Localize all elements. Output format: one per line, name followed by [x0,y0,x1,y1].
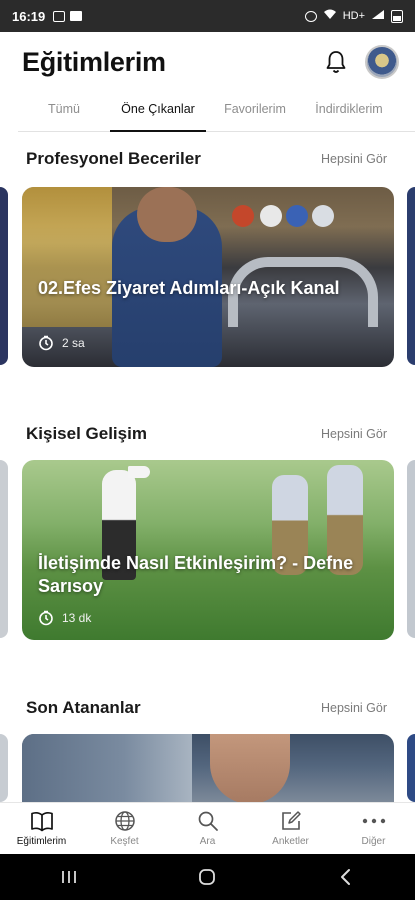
gallery-notification-icon [53,10,66,22]
network-label: HD+ [342,10,365,22]
system-navigation-bar [0,854,415,900]
section-professional-skills: Profesyonel Beceriler Hepsini Gör 02.Efe… [0,147,415,369]
search-icon [195,809,221,833]
next-card-peek[interactable] [407,460,415,638]
prev-card-peek[interactable] [0,187,8,365]
see-all-link[interactable]: Hepsini Gör [321,427,387,441]
nav-label: Eğitimlerim [16,836,67,847]
nav-item-explore[interactable]: Keşfet [83,803,166,854]
nav-label: Ara [199,836,216,847]
section-personal-development: Kişisel Gelişim Hepsini Gör İletişimde N… [0,422,415,644]
more-icon [361,809,387,833]
section-title: Kişisel Gelişim [26,424,147,443]
section-recently-assigned: Son Atananlar Hepsini Gör [0,696,415,814]
nav-item-surveys[interactable]: Anketler [249,803,332,854]
alarm-icon [304,10,317,22]
tab-bar: Tümü Öne Çıkanlar Favorilerim İndirdikle… [18,96,415,132]
see-all-link[interactable]: Hepsini Gör [321,152,387,166]
battery-icon [391,9,403,23]
course-duration: 2 sa [62,336,85,350]
edit-icon [278,809,304,833]
avatar[interactable] [365,45,399,79]
nav-item-search[interactable]: Ara [166,803,249,854]
course-card[interactable]: İletişimde Nasıl Etkinleşirim? - Defne S… [22,460,394,640]
tab-favorites[interactable]: Favorilerim [206,96,304,131]
nav-label: Keşfet [110,836,139,847]
tab-all[interactable]: Tümü [18,96,110,131]
signal-icon [371,9,385,23]
app-header: Eğitimlerim [22,40,399,84]
tab-downloads[interactable]: İndirdiklerim [304,96,394,131]
book-icon [29,809,55,833]
nav-label: Anketler [272,836,309,847]
section-title: Son Atananlar [26,698,141,717]
folder-notification-icon [70,11,83,21]
globe-icon [112,809,138,833]
wifi-icon [323,9,337,23]
section-title: Profesyonel Beceriler [26,149,201,168]
nav-label: Diğer [361,836,386,847]
course-card[interactable]: 02.Efes Ziyaret Adımları-Açık Kanal 2 sa [22,187,394,367]
home-icon[interactable] [195,865,219,889]
nav-item-trainings[interactable]: Eğitimlerim [0,803,83,854]
prev-card-peek[interactable] [0,734,8,802]
see-all-link[interactable]: Hepsini Gör [321,701,387,715]
clock-icon [39,610,53,626]
tab-featured[interactable]: Öne Çıkanlar [110,96,206,132]
next-card-peek[interactable] [407,734,415,802]
course-duration: 13 dk [62,611,92,625]
back-icon[interactable] [334,865,358,889]
status-time: 16:19 [12,8,46,24]
page-title: Eğitimlerim [22,46,166,77]
clock-icon [39,335,53,351]
notification-bell-icon[interactable] [323,49,349,75]
nav-item-more[interactable]: Diğer [332,803,415,854]
course-title: 02.Efes Ziyaret Adımları-Açık Kanal [38,278,340,298]
prev-card-peek[interactable] [0,460,8,638]
bottom-navigation: Eğitimlerim Keşfet Ara Anketler Diğer [0,802,415,854]
next-card-peek[interactable] [407,187,415,365]
recent-apps-icon[interactable] [57,865,81,889]
status-bar: 16:19 HD+ [0,0,415,32]
course-title: İletişimde Nasıl Etkinleşirim? - Defne S… [38,553,354,596]
